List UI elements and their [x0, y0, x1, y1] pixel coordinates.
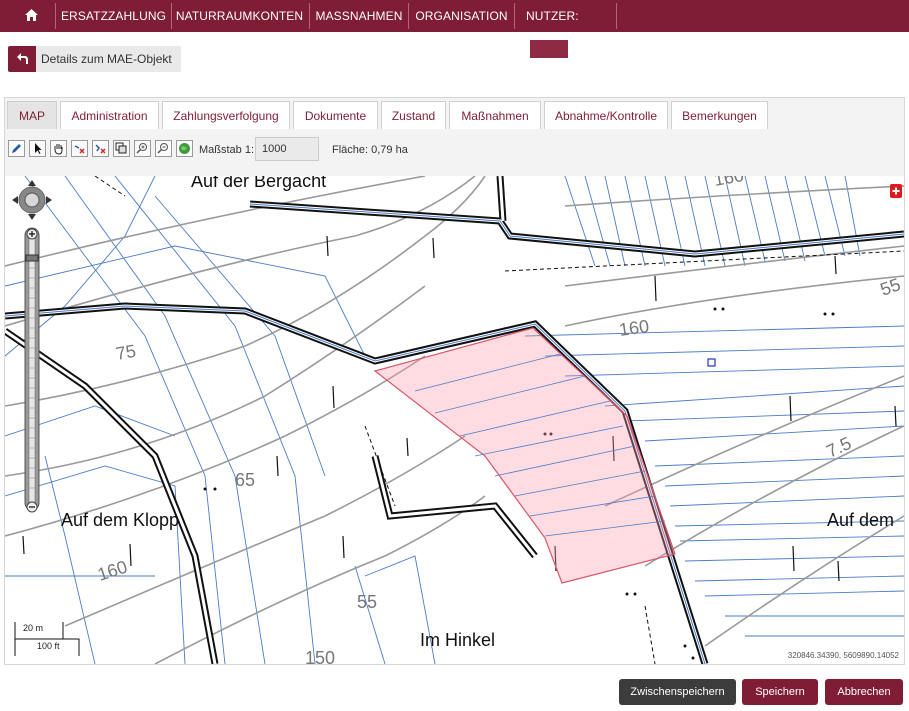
tab-abnahme-kontrolle[interactable]: Abnahme/Kontrolle [544, 101, 668, 129]
scale-bar: 20 m 100 ft [13, 622, 83, 656]
zoom-minus-icon[interactable] [26, 501, 38, 513]
user-name-box [530, 39, 568, 58]
nav-separator [616, 3, 617, 29]
contour-label-75-right: 7.5 [823, 433, 854, 462]
tab-administration[interactable]: Administration [60, 101, 159, 129]
scale-bar-feet: 100 ft [37, 641, 60, 651]
mouse-coordinates: 320846.34390, 5609890.14052 [787, 651, 899, 660]
layer-switcher-icon[interactable] [890, 184, 902, 198]
hand-icon [54, 144, 63, 155]
tab-massnahmen[interactable]: Maßnahmen [449, 101, 541, 129]
top-navigation: ERSATZZAHLUNG NATURRAUMKONTEN MASSNAHMEN… [0, 0, 909, 58]
map-label-bergacht: Auf der Bergacht [191, 176, 326, 191]
map-viewport[interactable]: Auf der Bergacht Auf dem Klopp Auf dem I… [5, 176, 904, 664]
map-label-aufdem-right: Auf dem [827, 510, 894, 530]
nav-user[interactable]: NUTZER: [516, 0, 616, 58]
zoom-out-icon [157, 143, 168, 154]
tab-dokumente[interactable]: Dokumente [293, 101, 378, 129]
save-button[interactable]: Speichern [742, 679, 818, 705]
delete-vertex-tool[interactable] [71, 140, 88, 157]
tab-zahlungsverfolgung[interactable]: Zahlungsverfolgung [162, 101, 290, 129]
tab-map[interactable]: MAP [7, 101, 57, 129]
map-label-hinkel: Im Hinkel [420, 630, 495, 650]
zoom-slider[interactable] [24, 227, 40, 511]
pencil-icon [12, 144, 21, 153]
copy-tool[interactable] [113, 140, 130, 157]
copy-icon [115, 142, 127, 154]
contour-label-150: 150 [305, 648, 335, 664]
contour-label-75: 75 [114, 341, 137, 364]
back-arrow-icon [17, 53, 28, 64]
select-tool[interactable] [29, 140, 46, 157]
zoom-in-icon [136, 143, 147, 154]
tab-zustand[interactable]: Zustand [381, 101, 446, 129]
globe-icon [179, 143, 190, 154]
nav-organisation[interactable]: ORGANISATION [409, 0, 514, 32]
map-label-klopp: Auf dem Klopp [61, 510, 179, 530]
contour-label-160-top: 160 [618, 316, 651, 340]
contour-label-160-topright: 160 [712, 176, 745, 190]
pan-tool[interactable] [50, 140, 67, 157]
tab-bar: MAP Administration Zahlungsverfolgung Do… [5, 98, 904, 130]
save-draft-button[interactable]: Zwischenspeichern [619, 679, 736, 705]
contour-label-160-left: 160 [95, 556, 130, 584]
nav-massnahmen[interactable]: MASSNAHMEN [310, 0, 408, 32]
pan-control[interactable] [12, 180, 52, 220]
edit-tool[interactable] [8, 140, 25, 157]
user-label: NUTZER: [526, 9, 579, 23]
cancel-button[interactable]: Abbrechen [825, 679, 903, 705]
full-extent-tool[interactable] [176, 140, 193, 157]
zoom-plus-icon[interactable] [26, 228, 38, 240]
scale-input[interactable] [255, 137, 319, 161]
home-button[interactable] [16, 0, 46, 32]
scale-bar-meters: 20 m [23, 623, 44, 633]
zoom-in-tool[interactable] [134, 140, 151, 157]
area-label: Fläche: 0,79 ha [332, 144, 408, 156]
delete-vertex-icon [74, 145, 85, 154]
pointer-icon [35, 143, 42, 154]
back-button[interactable]: Details zum MAE-Objekt [8, 46, 181, 72]
home-icon [24, 9, 38, 21]
tab-bemerkungen[interactable]: Bemerkungen [671, 101, 768, 129]
detail-panel: MAP Administration Zahlungsverfolgung Do… [4, 97, 905, 665]
nav-separator [514, 3, 515, 29]
nav-naturraumkonten[interactable]: NATURRAUMKONTEN [172, 0, 307, 32]
contour-label-55: 55 [357, 592, 377, 612]
pan-zoom-control[interactable] [11, 178, 57, 518]
zoom-out-tool[interactable] [155, 140, 172, 157]
delete-feature-icon [95, 144, 106, 154]
scale-label: Maßstab 1: [199, 144, 255, 156]
back-arrow-box [8, 46, 36, 72]
back-label: Details zum MAE-Objekt [41, 52, 172, 66]
nav-ersatzzahlung[interactable]: ERSATZZAHLUNG [56, 0, 171, 32]
delete-feature-tool[interactable] [92, 140, 109, 157]
map-toolbar: Maßstab 1: Fläche: 0,79 ha [5, 136, 904, 162]
cadastral-map: Auf der Bergacht Auf dem Klopp Auf dem I… [5, 176, 904, 664]
contour-label-65: 65 [235, 470, 255, 490]
